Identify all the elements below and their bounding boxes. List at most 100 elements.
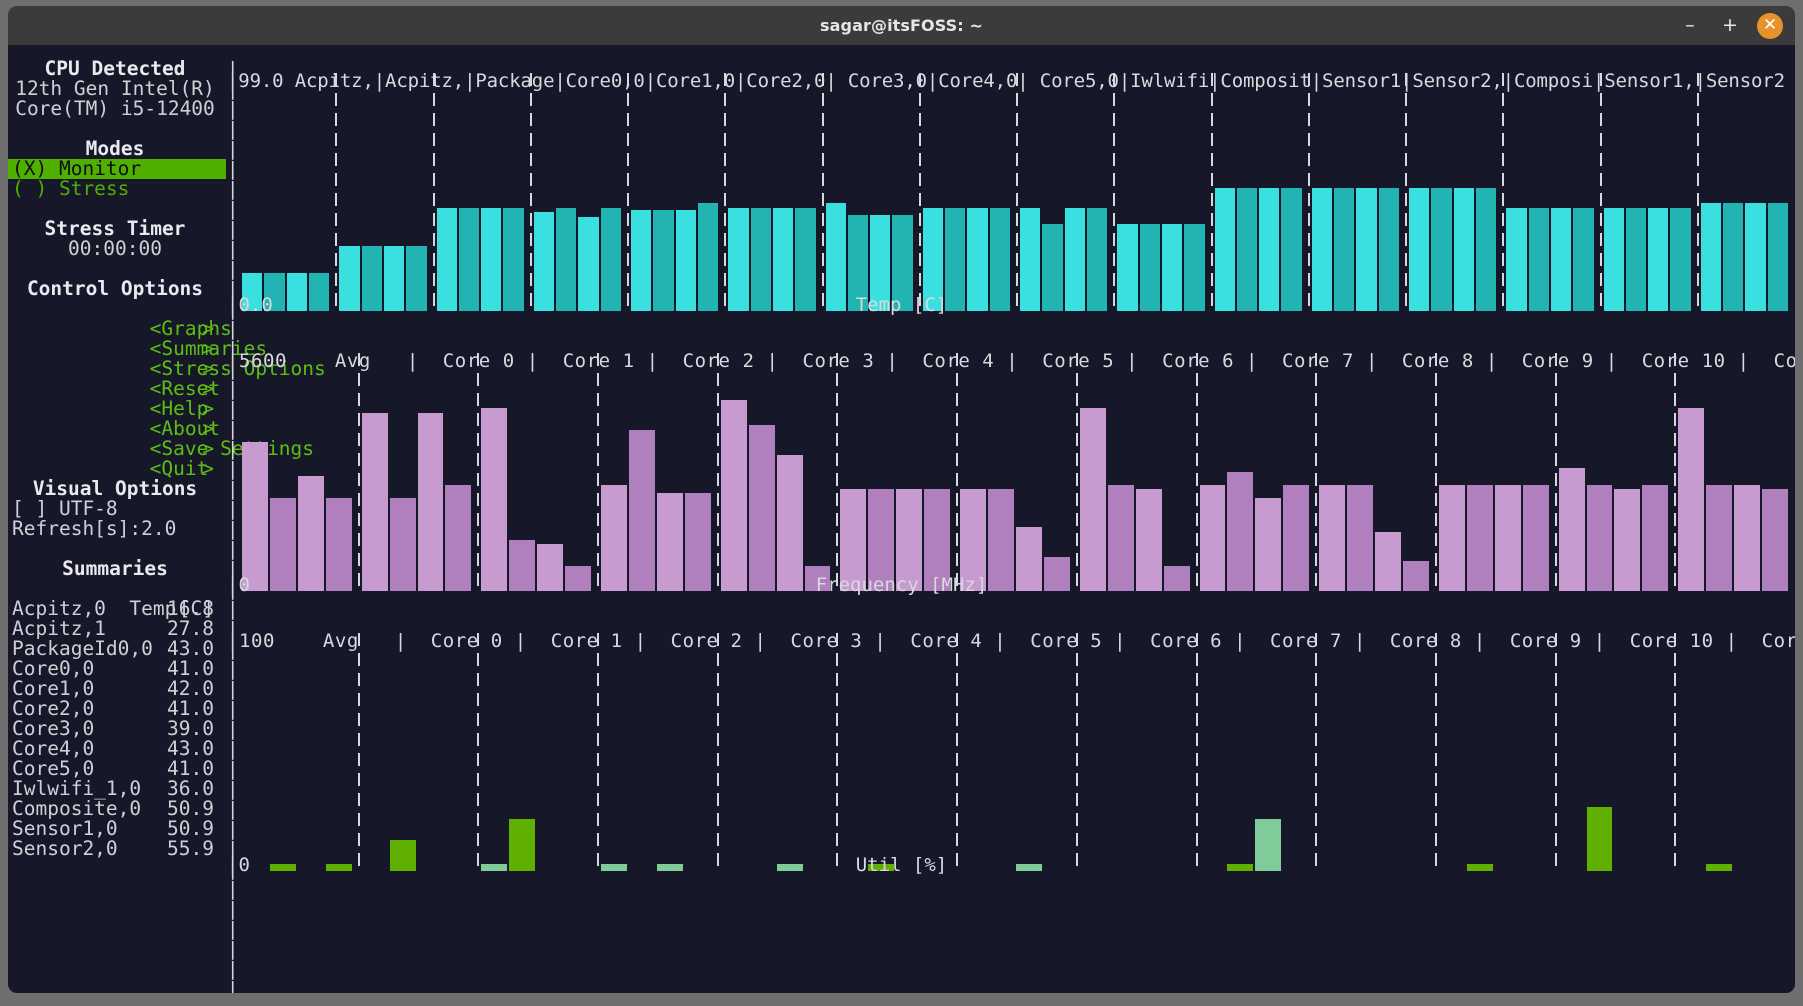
control-button-reset[interactable]: <Reset> [8, 359, 222, 379]
frequency-graph-title: Frequency [MHz] [8, 575, 1795, 595]
summary-row: Core1,042.0 [8, 679, 222, 699]
group-divider [433, 73, 435, 311]
summary-row: Composite,050.9 [8, 799, 222, 819]
summary-value: 43.0 [167, 739, 214, 759]
panel-divider-glyph: | [227, 979, 238, 993]
group-divider [358, 633, 360, 871]
group-divider [1196, 353, 1198, 591]
group-divider [1674, 633, 1676, 871]
summary-value: 50.9 [167, 799, 214, 819]
summary-value: 41.0 [167, 699, 214, 719]
panel-divider-glyph: | [227, 939, 238, 959]
summary-row: Core5,041.0 [8, 759, 222, 779]
control-button-stress-options[interactable]: <Stress Options> [8, 339, 222, 359]
control-button-quit[interactable]: <Quit> [8, 439, 222, 459]
group-divider [836, 353, 838, 591]
group-divider [1405, 73, 1407, 311]
bar [1227, 472, 1253, 591]
panel-divider-glyph: | [227, 959, 238, 979]
panel-divider-glyph: | [227, 99, 238, 119]
summary-row: Core0,041.0 [8, 659, 222, 679]
control-button-help[interactable]: <Help> [8, 379, 222, 399]
panel-divider-glyph: | [227, 199, 238, 219]
summary-row: Core3,039.0 [8, 719, 222, 739]
close-icon[interactable]: ✕ [1757, 13, 1783, 39]
maximize-icon[interactable]: + [1717, 13, 1743, 39]
control-button-save-settings[interactable]: <Save Settings> [8, 419, 222, 439]
panel-divider-glyph: | [227, 259, 238, 279]
group-divider [477, 633, 479, 871]
summary-row: Sensor1,050.9 [8, 819, 222, 839]
window-titlebar[interactable]: sagar@itsFOSS: ~ – + ✕ [8, 6, 1795, 45]
summary-row: Iwlwifi_1,036.0 [8, 779, 222, 799]
cpu-model-line-1: 12th Gen Intel(R) [8, 79, 222, 99]
group-divider [1113, 73, 1115, 311]
stress-timer-header: Stress Timer [8, 219, 222, 239]
stress-timer-value: 00:00:00 [8, 239, 222, 259]
group-divider [1555, 353, 1557, 591]
control-button-summaries[interactable]: <Summaries> [8, 319, 222, 339]
group-divider [717, 353, 719, 591]
summary-value: 43.0 [167, 639, 214, 659]
refresh-rate-input[interactable]: Refresh[s]:2.0 [8, 519, 226, 539]
group-divider [836, 633, 838, 871]
frequency-graph [239, 353, 1795, 591]
bar [1312, 188, 1332, 311]
panel-divider-glyph: | [227, 779, 238, 799]
minimize-icon[interactable]: – [1677, 13, 1703, 39]
group-divider [717, 633, 719, 871]
bar [1356, 188, 1376, 311]
bar [362, 413, 388, 592]
mode-stress-radio[interactable]: ( ) Stress [8, 179, 226, 199]
panel-divider-glyph: | [227, 319, 238, 339]
group-divider [1076, 633, 1078, 871]
mode-monitor-radio[interactable]: (X) Monitor [8, 159, 226, 179]
panel-divider-glyph: | [227, 739, 238, 759]
summary-value: 16.8 [167, 599, 214, 619]
utf8-checkbox[interactable]: [ ] UTF-8 [8, 499, 226, 519]
bar [1379, 188, 1399, 311]
panel-divider-glyph: | [227, 159, 238, 179]
bar [721, 400, 747, 591]
panel-divider-glyph: | [227, 539, 238, 559]
cpu-detected-header: CPU Detected [8, 59, 222, 79]
group-divider [956, 353, 958, 591]
terminal-window: sagar@itsFOSS: ~ – + ✕ CPU Detected 12th… [0, 0, 1803, 1006]
bar [418, 413, 444, 592]
panel-divider-glyph: | [227, 699, 238, 719]
group-divider [1016, 73, 1018, 311]
group-divider [1315, 633, 1317, 871]
summary-value: 27.8 [167, 619, 214, 639]
control-button-about[interactable]: <About> [8, 399, 222, 419]
panel-divider-glyph: | [227, 679, 238, 699]
panel-divider-glyph: | [227, 479, 238, 499]
temp-axis-header: |99.0 Acpitz,|Acpitz,|Package|Core0,0|Co… [227, 71, 1785, 91]
bar [1237, 188, 1257, 311]
panel-divider-glyph: | [227, 879, 238, 899]
group-divider [1196, 633, 1198, 871]
group-divider [335, 73, 337, 311]
bar [1259, 188, 1279, 311]
panel-divider-glyph: | [227, 139, 238, 159]
panel-divider-glyph: | [227, 799, 238, 819]
group-divider [919, 73, 921, 311]
window-controls: – + ✕ [1677, 6, 1783, 45]
bar [1409, 188, 1429, 311]
frequency-axis-header: |5600 Avg | Core 0 | Core 1 | Core 2 | C… [227, 351, 1795, 371]
terminal-body: CPU Detected 12th Gen Intel(R) Core(TM) … [8, 45, 1795, 993]
summary-row: Core4,043.0 [8, 739, 222, 759]
bar [1559, 468, 1585, 591]
bar [1678, 408, 1704, 591]
summary-row: PackageId0,043.0 [8, 639, 222, 659]
panel-divider-glyph: | [227, 719, 238, 739]
modes-header: Modes [8, 139, 222, 159]
panel-divider-glyph: | [227, 659, 238, 679]
bar [777, 455, 803, 591]
summary-value: 41.0 [167, 759, 214, 779]
group-divider [1674, 353, 1676, 591]
bar [1476, 188, 1496, 311]
group-divider [1600, 73, 1602, 311]
summary-value: 36.0 [167, 779, 214, 799]
group-divider [358, 353, 360, 591]
bar [1281, 188, 1301, 311]
